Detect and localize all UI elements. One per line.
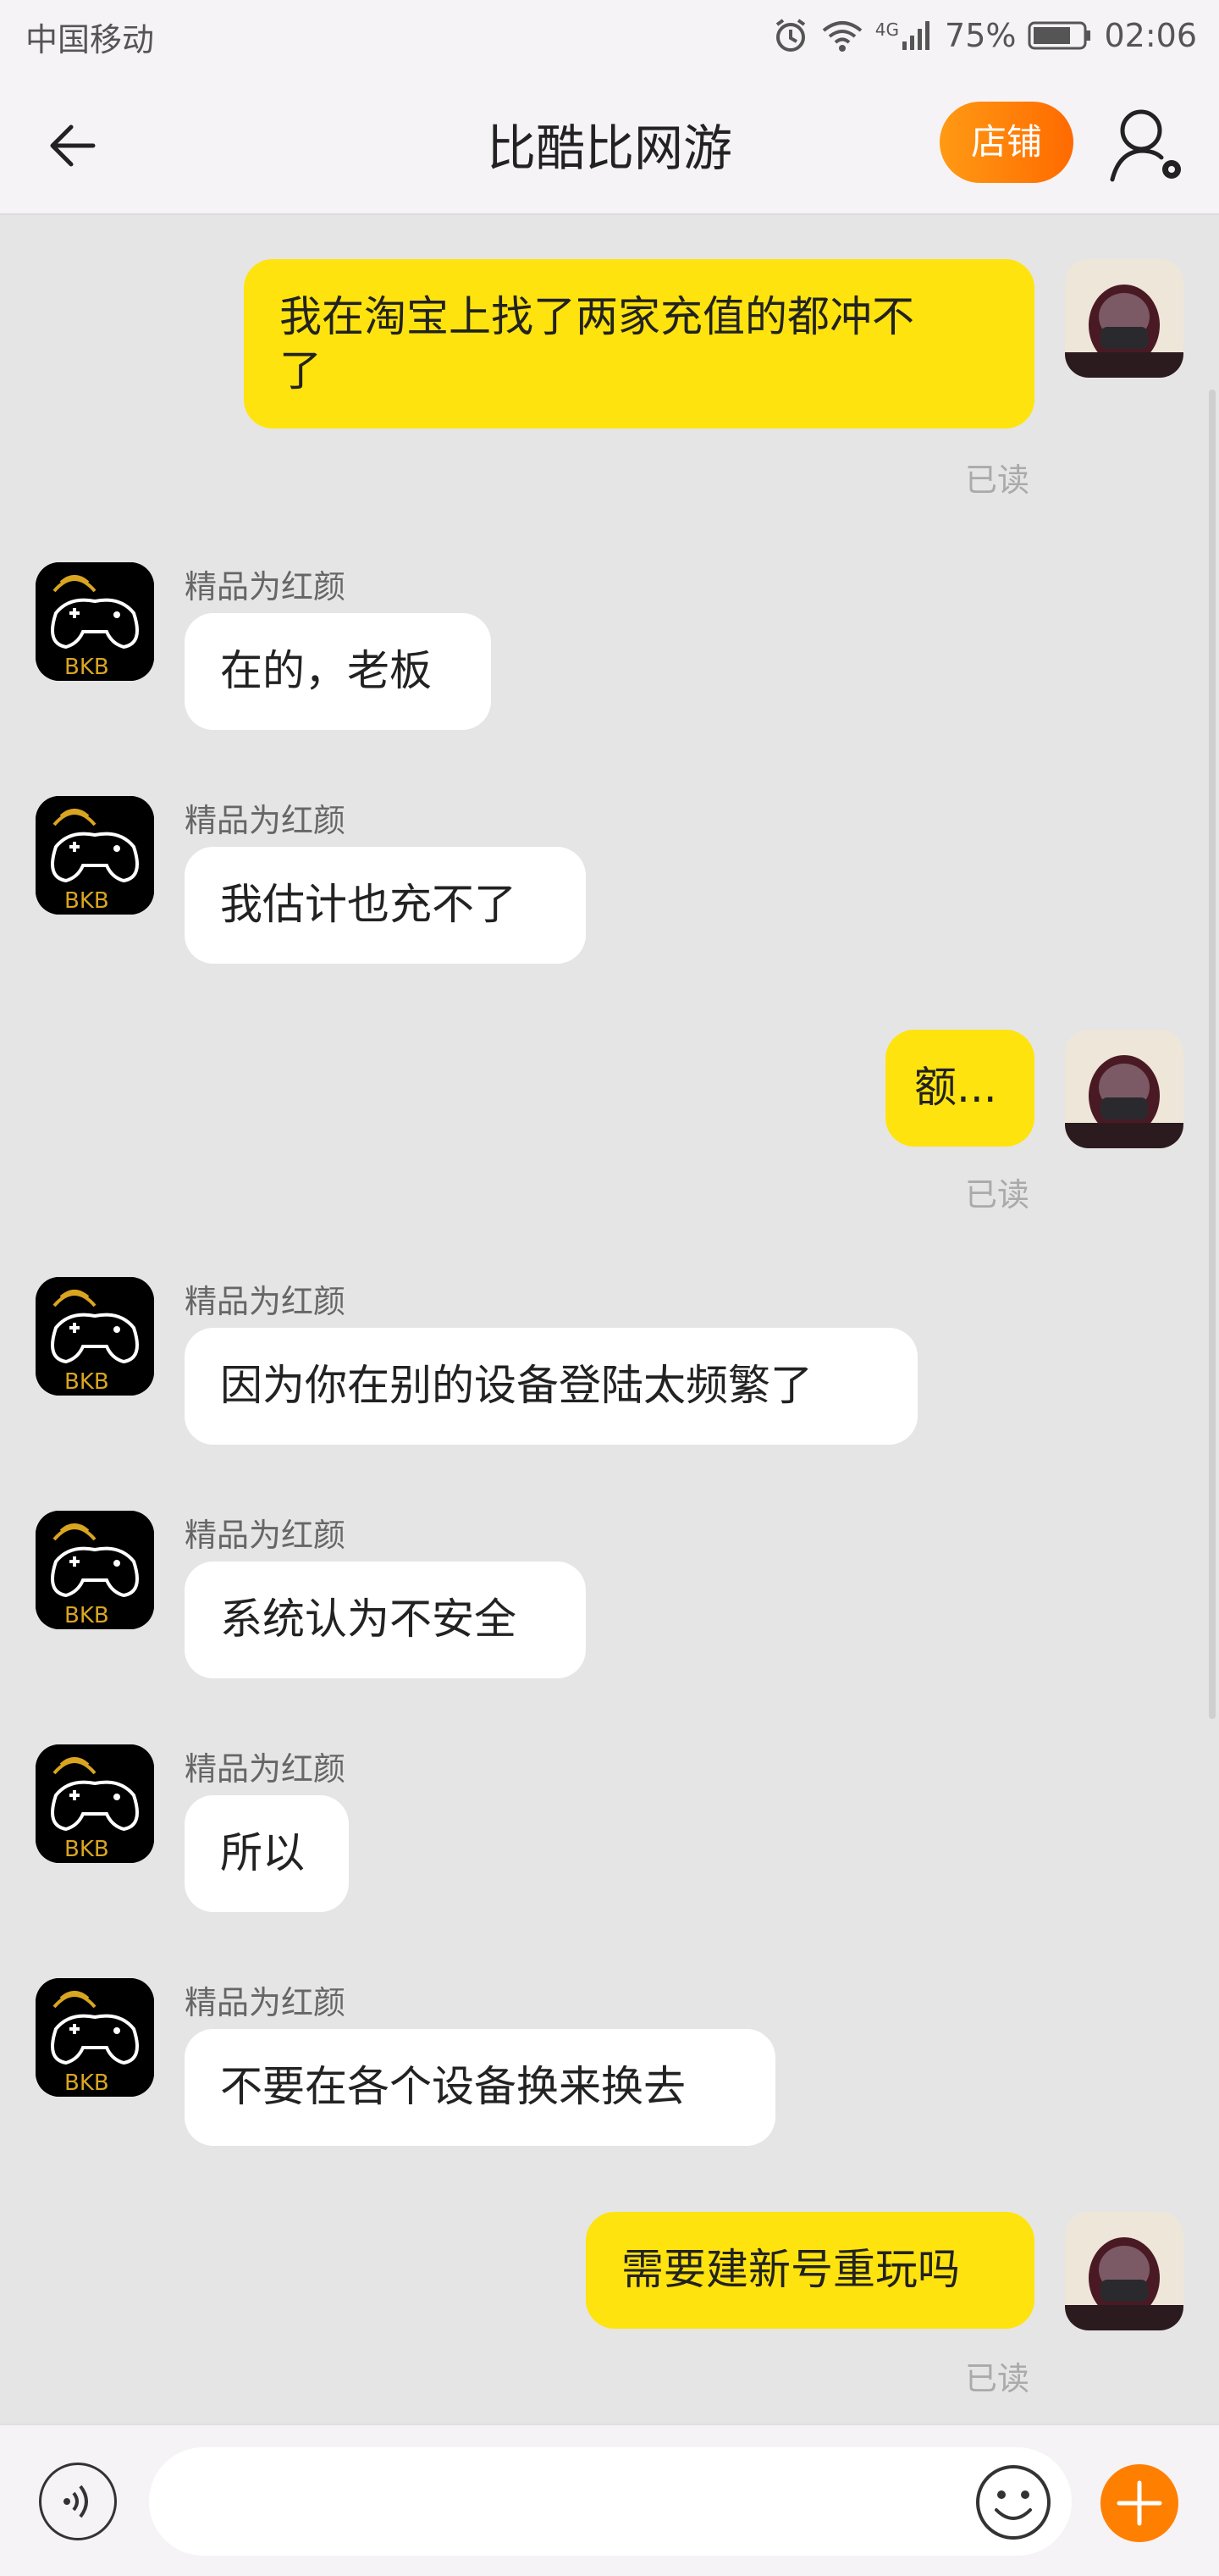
status-bar: 中国移动 4G 75% 02:06 (0, 0, 1219, 73)
message-text: 额... (914, 1063, 997, 1112)
read-receipt: 已读 (965, 1176, 1030, 1213)
wifi-icon (821, 19, 863, 53)
store-button[interactable]: 店铺 (940, 102, 1073, 183)
message-bubble-incoming[interactable]: 所以 (185, 1795, 349, 1912)
shop-logo-text: BKB (64, 888, 109, 914)
shop-logo-text: BKB (64, 655, 109, 680)
carrier-label: 中国移动 (25, 21, 155, 58)
message-text: 不要在各个设备换来换去 (220, 2062, 686, 2111)
battery-icon (1028, 19, 1092, 52)
read-receipt: 已读 (965, 462, 1030, 499)
input-bar (0, 2424, 1219, 2576)
shop-logo-text: BKB (64, 2070, 109, 2096)
voice-icon (63, 2485, 88, 2518)
message-text: 系统认为不安全 (220, 1595, 516, 1644)
message-bubble-outgoing[interactable]: 我在淘宝上找了两家充值的都冲不 了 (244, 259, 1034, 428)
message-text: 所以 (220, 1828, 305, 1877)
voice-button[interactable] (39, 2463, 117, 2540)
message-text: 我在淘宝上找了两家充值的都冲不 (279, 292, 914, 341)
smiley-icon (976, 2465, 1051, 2540)
sender-name: 精品为红颜 (185, 1283, 346, 1320)
message-bubble-incoming[interactable]: 不要在各个设备换来换去 (185, 2029, 775, 2146)
add-button[interactable] (1100, 2464, 1178, 2542)
avatar[interactable]: BKB (36, 796, 154, 915)
avatar[interactable] (1065, 2212, 1183, 2330)
network-type: 4G (874, 19, 900, 40)
shop-logo-text: BKB (64, 1837, 109, 1862)
read-receipt: 已读 (965, 2360, 1030, 2397)
alarm-icon (772, 17, 809, 54)
message-bubble-incoming[interactable]: 我估计也充不了 (185, 847, 586, 964)
message-text: 我估计也充不了 (220, 880, 516, 929)
signal-icon: 4G (875, 19, 933, 52)
avatar[interactable]: BKB (36, 1744, 154, 1863)
message-bubble-incoming[interactable]: 因为你在别的设备登陆太频繁了 (185, 1328, 918, 1445)
sender-name: 精品为红颜 (185, 802, 346, 839)
shop-logo-text: BKB (64, 1369, 109, 1395)
plus-icon (1117, 2480, 1162, 2526)
sender-name: 精品为红颜 (185, 568, 346, 605)
battery-percent: 75% (945, 17, 1017, 54)
avatar[interactable]: BKB (36, 1978, 154, 2097)
chat-header: 比酷比网游 店铺 (0, 73, 1219, 215)
avatar[interactable]: BKB (36, 1511, 154, 1629)
avatar[interactable] (1065, 1030, 1183, 1148)
status-icons: 4G 75% 02:06 (772, 12, 1197, 59)
shop-logo-text: BKB (64, 1603, 109, 1628)
message-text: 因为你在别的设备登陆太频繁了 (220, 1361, 813, 1410)
profile-settings-button[interactable] (1107, 103, 1192, 188)
emoji-button[interactable] (974, 2463, 1053, 2542)
user-settings-icon (1110, 109, 1181, 182)
message-text: 需要建新号重玩吗 (621, 2245, 960, 2294)
message-input[interactable] (149, 2447, 1072, 2556)
scrollbar[interactable] (1209, 390, 1216, 1719)
avatar[interactable] (1065, 259, 1183, 378)
clock: 02:06 (1104, 17, 1197, 54)
sender-name: 精品为红颜 (185, 1984, 346, 2021)
message-bubble-outgoing[interactable]: 额... (885, 1030, 1034, 1147)
avatar[interactable]: BKB (36, 562, 154, 681)
message-bubble-incoming[interactable]: 系统认为不安全 (185, 1562, 586, 1678)
message-text: 在的，老板 (220, 646, 432, 695)
message-bubble-outgoing[interactable]: 需要建新号重玩吗 (586, 2212, 1034, 2329)
message-bubble-incoming[interactable]: 在的，老板 (185, 613, 491, 730)
message-text: 了 (279, 346, 322, 395)
sender-name: 精品为红颜 (185, 1750, 346, 1788)
sender-name: 精品为红颜 (185, 1517, 346, 1554)
avatar[interactable]: BKB (36, 1277, 154, 1396)
